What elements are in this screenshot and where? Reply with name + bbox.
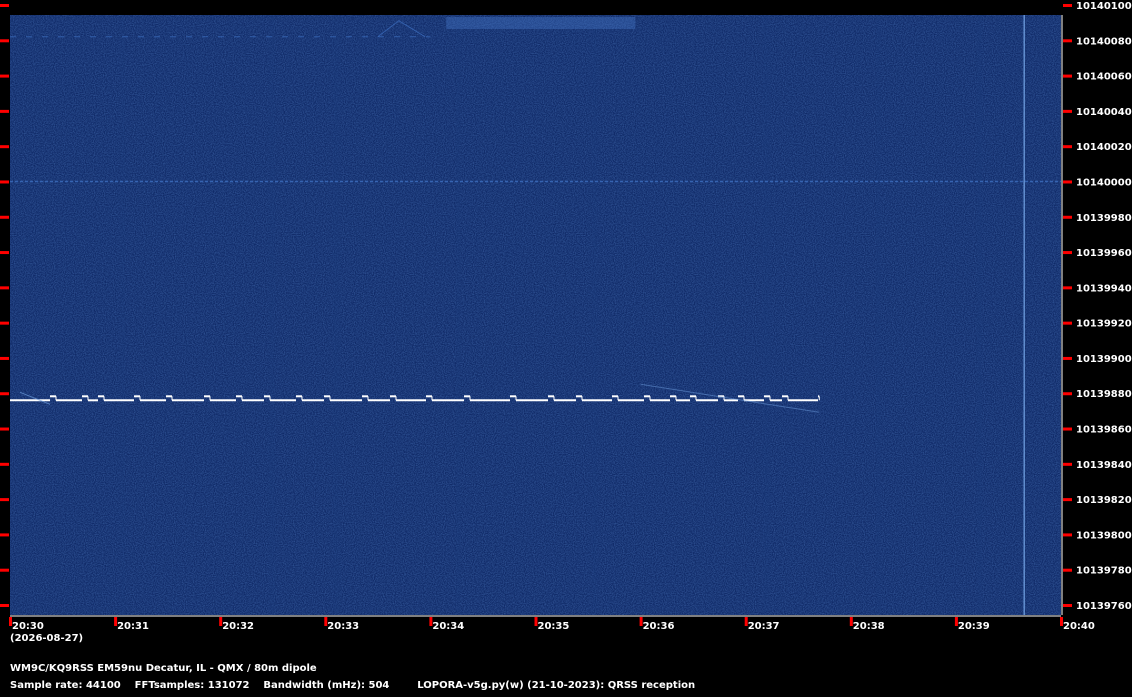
- y-tick-right: [1063, 462, 1072, 466]
- x-axis: 20:30 20:31 20:32 20:33 20:34 20:35 20:36 20:37…: [9, 615, 1095, 632]
- y-tick-right: [1063, 39, 1072, 43]
- y-tick-left: [0, 356, 9, 360]
- y-tick-label: 10139880: [1076, 389, 1132, 400]
- x-tick-label: 20:35: [538, 621, 570, 632]
- y-tick-label: 10139860: [1076, 425, 1132, 436]
- spectrogram-chart: 10140100 10140080 10140060 10140040 10140020…: [0, 1, 1132, 644]
- y-tick-label: 10140060: [1076, 72, 1132, 83]
- reception-params: Sample rate: 44100 FFTsamples: 131072 Ba…: [10, 680, 696, 691]
- y-tick-label: 10139900: [1076, 354, 1132, 365]
- noise-streak: [590, 15, 599, 615]
- y-tick-left: [0, 109, 9, 113]
- y-tick-right: [1063, 251, 1072, 255]
- y-tick-left: [0, 427, 9, 431]
- noise-streak: [975, 15, 984, 615]
- y-tick-left: [0, 145, 9, 149]
- y-tick-right: [1063, 568, 1072, 572]
- y-tick-label: 10139940: [1076, 283, 1132, 294]
- y-tick-right: [1063, 392, 1072, 396]
- y-tick-right: [1063, 427, 1072, 431]
- y-tick-label: 10139840: [1076, 460, 1132, 471]
- noise-streak: [455, 15, 461, 615]
- y-axis-left-ticks: [0, 4, 9, 607]
- y-tick-left: [0, 498, 9, 502]
- y-tick-right: [1063, 4, 1072, 7]
- y-tick-left: [0, 604, 9, 607]
- y-axis-right: 10140100 10140080 10140060 10140040 10140020…: [1061, 1, 1132, 615]
- y-tick-right: [1063, 321, 1072, 325]
- x-tick-label: 20:36: [643, 621, 675, 632]
- y-tick-label: 10139800: [1076, 530, 1132, 541]
- y-tick-left: [0, 533, 9, 537]
- y-tick-left: [0, 462, 9, 466]
- x-tick-label: 20:40: [1063, 621, 1095, 632]
- y-tick-left: [0, 286, 9, 290]
- y-tick-label: 10139760: [1076, 601, 1132, 612]
- y-tick-label: 10139920: [1076, 319, 1132, 330]
- noise-streak: [330, 15, 342, 615]
- x-tick-label: 20:34: [432, 621, 464, 632]
- y-tick-right: [1063, 533, 1072, 537]
- y-tick-right: [1063, 356, 1072, 360]
- noise-streak: [120, 15, 126, 615]
- plot-noise: [10, 15, 1061, 615]
- y-tick-left: [0, 74, 9, 78]
- y-tick-label: 10140080: [1076, 36, 1132, 47]
- y-tick-left: [0, 251, 9, 255]
- noise-streak: [760, 15, 772, 615]
- noise-streak: [875, 15, 881, 615]
- y-tick-right: [1063, 109, 1072, 113]
- x-tick-label: 20:33: [327, 621, 359, 632]
- noise-streak: [268, 15, 277, 615]
- y-tick-label: 10140040: [1076, 107, 1132, 118]
- x-tick-label: 20:30: [12, 621, 44, 632]
- x-tick-label: 20:31: [117, 621, 149, 632]
- y-tick-right: [1063, 215, 1072, 219]
- y-tick-right: [1063, 604, 1072, 607]
- y-tick-left: [0, 321, 9, 325]
- y-tick-left: [0, 392, 9, 396]
- date-label: (2026-08-27): [10, 633, 83, 644]
- x-tick-label: 20:38: [853, 621, 885, 632]
- y-tick-label: 10140000: [1076, 177, 1132, 188]
- y-tick-label: 10140020: [1076, 142, 1132, 153]
- y-tick-left: [0, 39, 9, 43]
- x-tick-label: 20:37: [748, 621, 780, 632]
- x-tick-label: 20:32: [222, 621, 254, 632]
- y-tick-label: 10139820: [1076, 495, 1132, 506]
- y-tick-right: [1063, 498, 1072, 502]
- y-tick-label: 10139960: [1076, 248, 1132, 259]
- y-tick-label: 10139980: [1076, 213, 1132, 224]
- x-tick-label: 20:39: [958, 621, 990, 632]
- y-tick-right: [1063, 180, 1072, 184]
- y-tick-left: [0, 215, 9, 219]
- top-noise-band: [446, 17, 636, 29]
- y-tick-right: [1063, 145, 1072, 149]
- station-info: WM9C/KQ9RSS EM59nu Decatur, IL - QMX / 8…: [10, 663, 317, 674]
- y-tick-label: 10139780: [1076, 566, 1132, 577]
- y-tick-right: [1063, 74, 1072, 78]
- y-tick-left: [0, 568, 9, 572]
- y-tick-label: 10140100: [1076, 1, 1132, 12]
- y-tick-right: [1063, 286, 1072, 290]
- y-tick-left: [0, 180, 9, 184]
- y-tick-left: [0, 4, 9, 7]
